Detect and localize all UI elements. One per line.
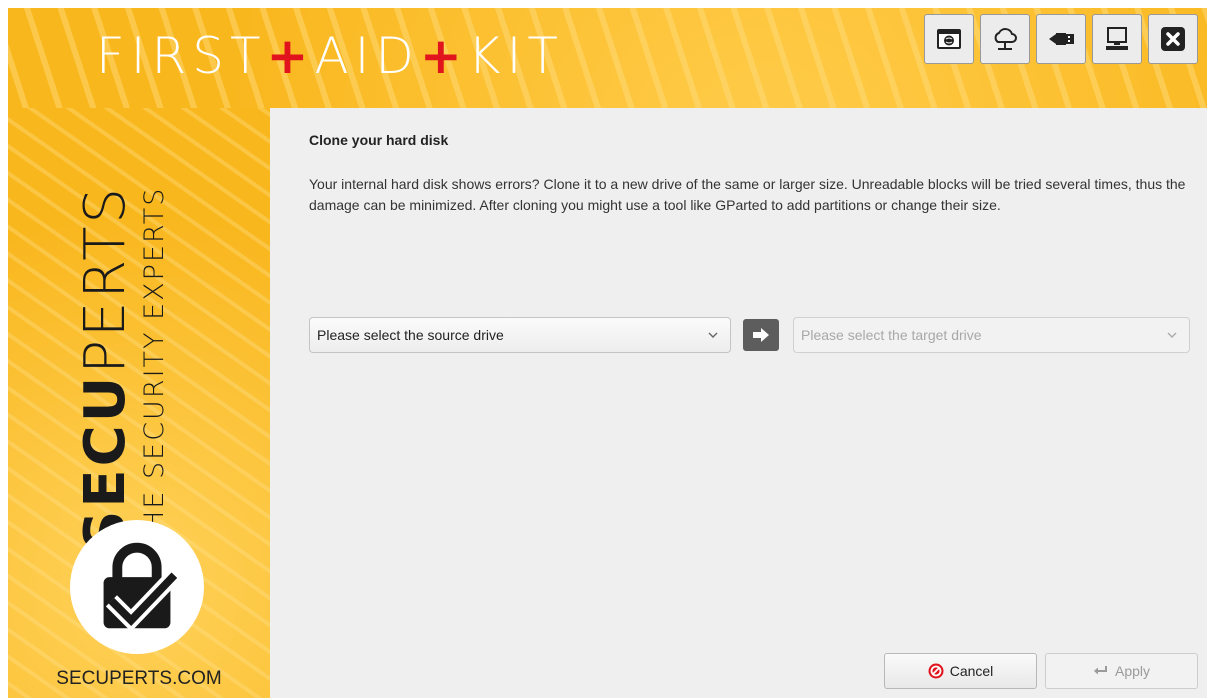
app-window: FIRST+AID+KIT SECUPERTS THE SECURITY EXP…: [0, 0, 1207, 698]
brand-logo: SECUPERTS THE SECURITY EXPERTS: [73, 185, 205, 551]
cancel-button[interactable]: Cancel: [884, 653, 1037, 689]
computer-icon: [1106, 27, 1128, 50]
main-frame: FIRST+AID+KIT SECUPERTS THE SECURITY EXP…: [8, 8, 1207, 698]
computer-button[interactable]: [1092, 14, 1142, 64]
app-title-kit: KIT: [467, 27, 564, 85]
close-icon: [1161, 27, 1185, 51]
network-button[interactable]: [980, 14, 1030, 64]
clone-direction-arrow: [743, 319, 779, 351]
target-drive-select-value: Please select the target drive: [801, 327, 982, 343]
cancel-icon: [928, 663, 944, 679]
chevron-down-icon: [1167, 332, 1177, 338]
apply-button[interactable]: Apply: [1045, 653, 1198, 689]
content-panel: Clone your hard disk Your internal hard …: [270, 108, 1207, 698]
toolbar: [924, 14, 1198, 64]
enter-arrow-icon: [1093, 666, 1107, 675]
app-title-plus-2: +: [419, 27, 468, 85]
chevron-down-icon: [708, 332, 718, 338]
header: FIRST+AID+KIT: [8, 8, 1207, 108]
browser-button[interactable]: [924, 14, 974, 64]
lock-check-icon: [103, 542, 181, 632]
app-title-first: FIRST: [96, 27, 267, 85]
app-title-aid: AID: [314, 27, 420, 85]
usb-icon: [1049, 33, 1074, 45]
arrow-right-icon: [753, 328, 769, 342]
page-title: Clone your hard disk: [309, 132, 449, 148]
lock-check-badge: [70, 520, 204, 654]
usb-button[interactable]: [1036, 14, 1086, 64]
source-drive-select[interactable]: Please select the source drive: [309, 317, 731, 353]
app-title: FIRST+AID+KIT: [96, 26, 564, 86]
cancel-button-label: Cancel: [949, 663, 994, 679]
brand-tagline: THE SECURITY EXPERTS: [139, 186, 170, 550]
sidebar: SECUPERTS THE SECURITY EXPERTS SECUPERTS…: [8, 108, 270, 698]
source-drive-select-value: Please select the source drive: [317, 327, 504, 343]
app-title-plus: +: [266, 27, 315, 85]
cloud-network-icon: [994, 28, 1017, 50]
brand-name-light: PERTS: [73, 185, 138, 374]
target-drive-select[interactable]: Please select the target drive: [793, 317, 1190, 353]
website-label: SECUPERTS.COM: [56, 668, 222, 689]
page-description: Your internal hard disk shows errors? Cl…: [309, 176, 1186, 213]
close-button[interactable]: [1148, 14, 1198, 64]
apply-button-label: Apply: [1114, 663, 1151, 679]
browser-icon: [937, 29, 961, 49]
brand-name: SECUPERTS: [73, 185, 138, 551]
